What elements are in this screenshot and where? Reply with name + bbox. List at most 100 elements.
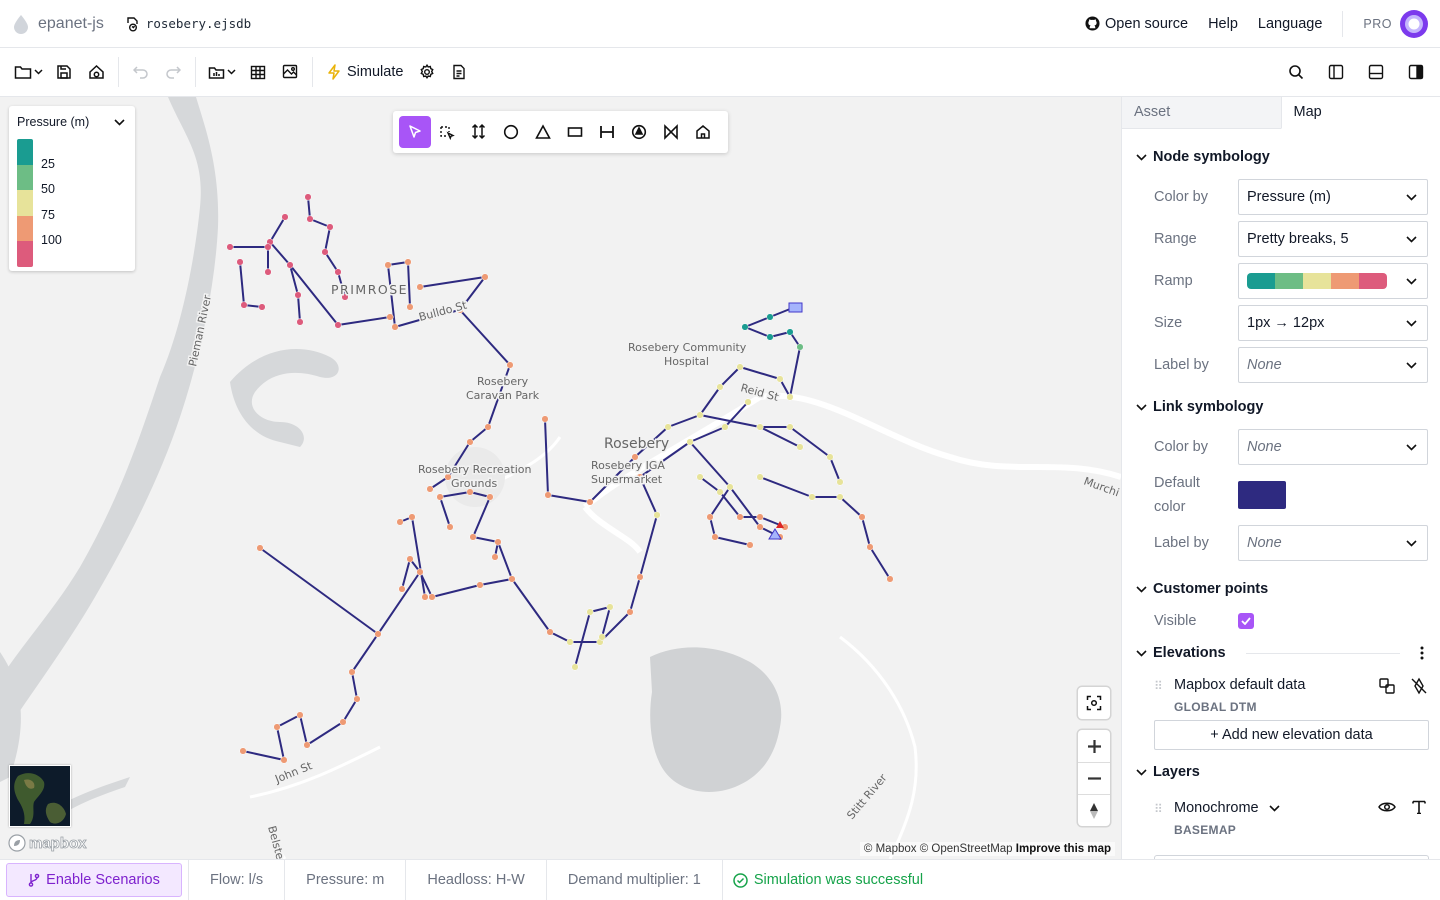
improve-map-link[interactable]: Improve this map [1016, 843, 1111, 855]
add-pipe-button[interactable] [591, 116, 623, 148]
customer-points-visible-checkbox[interactable] [1238, 613, 1254, 629]
zoom-in-button[interactable] [1078, 730, 1110, 762]
pipe-link[interactable] [419, 276, 486, 311]
junction-node[interactable] [296, 711, 304, 719]
junction-node[interactable] [796, 443, 804, 451]
junction-node[interactable] [741, 323, 749, 331]
junction-node[interactable] [481, 273, 489, 281]
compass-button[interactable] [1078, 794, 1110, 826]
junction-node[interactable] [636, 473, 644, 481]
junction-node[interactable] [776, 375, 784, 383]
junction-node[interactable] [736, 513, 744, 521]
junction-node[interactable] [826, 453, 834, 461]
junction-node[interactable] [836, 493, 844, 501]
node-range-select[interactable]: Pretty breaks, 5 [1238, 221, 1428, 257]
junction-node[interactable] [756, 523, 764, 531]
junction-node[interactable] [353, 695, 361, 703]
junction-node[interactable] [304, 193, 312, 201]
layer-item[interactable]: ⠿ Monochrome BASEMAP [1122, 800, 1440, 837]
junction-node[interactable] [421, 593, 429, 601]
junction-node[interactable] [546, 628, 554, 636]
junction-node[interactable] [886, 575, 894, 583]
tab-map[interactable]: Map [1280, 97, 1440, 129]
junction-node[interactable] [236, 258, 244, 266]
pressure-legend[interactable]: Pressure (m) 25 50 75 100 [9, 106, 135, 271]
junction-node[interactable] [416, 568, 424, 576]
network-review-button[interactable] [274, 56, 306, 88]
junction-node[interactable] [348, 668, 356, 676]
junction-node[interactable] [786, 393, 794, 401]
junction-node[interactable] [341, 293, 349, 301]
junction-node[interactable] [606, 603, 614, 611]
pipe-link[interactable] [639, 441, 781, 538]
layers-header[interactable]: Layers [1122, 760, 1440, 784]
tank-node[interactable] [788, 302, 803, 313]
junction-node[interactable] [226, 243, 234, 251]
add-valve-button[interactable] [655, 116, 687, 148]
attribution-mapbox[interactable]: © Mapbox [864, 843, 917, 855]
junction-node[interactable] [286, 261, 294, 269]
junction-node[interactable] [711, 533, 719, 541]
node-label-by-select[interactable]: None [1238, 347, 1428, 383]
junction-node[interactable] [264, 243, 272, 251]
demand-multiplier[interactable]: Demand multiplier: 1 [545, 859, 722, 900]
elevations-header[interactable]: Elevations [1122, 641, 1440, 665]
link-label-by-select[interactable]: None [1238, 525, 1428, 561]
elevation-source-item[interactable]: ⠿ Mapbox default data GLOBAL DTM [1122, 677, 1440, 714]
user-avatar[interactable] [1400, 9, 1428, 38]
junction-node[interactable] [808, 493, 816, 501]
junction-node[interactable] [476, 581, 484, 589]
attribution-osm[interactable]: © OpenStreetMap [920, 843, 1013, 855]
junction-node[interactable] [303, 741, 311, 749]
junction-node[interactable] [466, 488, 474, 496]
junction-node[interactable] [273, 723, 281, 731]
import-menu-button[interactable] [202, 56, 242, 88]
copy-icon[interactable] [1378, 677, 1396, 695]
file-name[interactable]: rosebery.ejsdb [126, 16, 251, 32]
junction-node[interactable] [544, 491, 552, 499]
pipe-link[interactable] [387, 261, 511, 490]
junction-node[interactable] [686, 438, 694, 446]
junction-node[interactable] [696, 411, 704, 419]
toggle-bottom-panel-button[interactable] [1360, 56, 1392, 88]
junction-node[interactable] [296, 318, 304, 326]
junction-node[interactable] [428, 593, 436, 601]
junction-node[interactable] [334, 268, 342, 276]
simulation-status[interactable]: Simulation was successful [721, 859, 923, 900]
eye-icon[interactable] [1378, 800, 1396, 814]
zoom-to-fit-button[interactable] [1078, 687, 1110, 719]
add-junction-button[interactable] [495, 116, 527, 148]
node-color-by-select[interactable]: Pressure (m) [1238, 179, 1428, 215]
junction-node[interactable] [391, 323, 399, 331]
save-as-button[interactable] [80, 56, 112, 88]
add-elevation-data-button[interactable]: + Add new elevation data [1154, 720, 1429, 750]
flow-units[interactable]: Flow: l/s [188, 859, 284, 900]
add-reservoir-button[interactable] [527, 116, 559, 148]
node-ramp-select[interactable] [1238, 263, 1428, 299]
layer-name-row[interactable]: Monochrome [1174, 800, 1378, 816]
help-link[interactable]: Help [1208, 16, 1238, 32]
junction-node[interactable] [626, 608, 634, 616]
junction-node[interactable] [398, 585, 406, 593]
report-button[interactable] [443, 56, 475, 88]
junction-node[interactable] [756, 513, 764, 521]
customer-points-header[interactable]: Customer points [1122, 577, 1440, 601]
junction-node[interactable] [571, 663, 579, 671]
junction-node[interactable] [716, 488, 724, 496]
junction-node[interactable] [586, 498, 594, 506]
junction-node[interactable] [726, 483, 734, 491]
link-symbology-header[interactable]: Link symbology [1122, 395, 1440, 419]
pipe-link[interactable] [242, 547, 379, 761]
junction-node[interactable] [436, 493, 444, 501]
location-off-icon[interactable] [1410, 677, 1428, 695]
junction-node[interactable] [736, 363, 744, 371]
junction-node[interactable] [406, 555, 414, 563]
toggle-left-panel-button[interactable] [1320, 56, 1352, 88]
junction-node[interactable] [334, 321, 342, 329]
junction-node[interactable] [444, 473, 452, 481]
select-tool-button[interactable] [399, 116, 431, 148]
junction-node[interactable] [721, 423, 729, 431]
junction-node[interactable] [294, 291, 302, 299]
pipe-link[interactable] [239, 261, 263, 308]
junction-node[interactable] [264, 268, 272, 276]
